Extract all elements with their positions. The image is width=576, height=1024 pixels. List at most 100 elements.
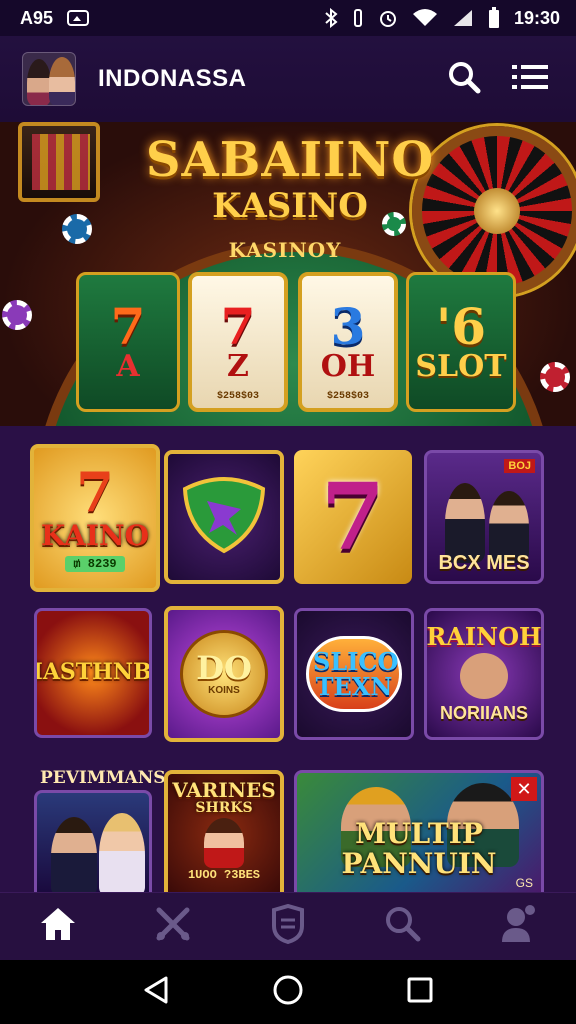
bottom-nav (0, 892, 576, 960)
game-tile-do[interactable]: DO KOINS (164, 606, 284, 742)
reel-3-bottom: OH (320, 349, 376, 384)
reel-4: '6 SLOT (406, 272, 516, 412)
nav-search[interactable] (373, 897, 433, 957)
home-icon (39, 906, 77, 947)
tile-rainoh-sub: NORIIANS (439, 703, 528, 724)
signal-icon (452, 8, 474, 28)
close-icon[interactable]: ✕ (511, 777, 537, 801)
reel-1-bottom: A (116, 349, 140, 384)
game-tile-masthnbs[interactable]: MASTHNBS (34, 608, 152, 738)
chip-icon (540, 362, 570, 392)
tile-slico-badge: SLICO TEXN (306, 635, 402, 713)
game-tile-pevimmans[interactable] (34, 790, 152, 892)
system-back-button[interactable] (131, 967, 181, 1017)
reel-3: 3 OH $258$03 (298, 272, 398, 412)
game-tile-shield[interactable] (164, 450, 284, 584)
chip-icon (2, 300, 32, 330)
search-icon (447, 60, 481, 99)
reel-2-footer: $258$03 (216, 391, 259, 402)
tile-kaino-seven: 7 (76, 459, 114, 524)
status-left-text: A95 (20, 7, 54, 28)
tile-slico-label: SLICO TEXN (313, 646, 399, 701)
reel-1: 7 A (76, 272, 180, 412)
nav-profile[interactable] (488, 897, 548, 957)
game-tile-kaino[interactable]: 7 KAINO ₥ 8239 (30, 444, 160, 592)
wifi-icon (412, 8, 438, 28)
bluetooth-icon (324, 8, 338, 28)
gallery-notification-icon (67, 10, 90, 26)
search-button[interactable] (440, 55, 488, 103)
slot-machine-image (18, 122, 100, 202)
tile-box-mes-badge: BOJ (504, 459, 535, 473)
tile-multip-label: MULTIP PANNUIN (341, 817, 497, 880)
menu-list-icon (512, 63, 548, 96)
tile-do-sub: KOINS (208, 685, 240, 697)
avatar-person-2 (49, 57, 75, 105)
tile-rainoh-face (460, 653, 508, 700)
status-bar: A95 19:30 (0, 0, 576, 36)
hero-subtitle: KASINO (212, 186, 368, 226)
tile-person-1 (445, 483, 485, 563)
tile-seven-label: 7 (320, 462, 385, 571)
reel-2-top: 7 (220, 297, 256, 356)
chip-icon (62, 214, 92, 244)
tile-varines-sub: SHRKS (195, 800, 253, 816)
reel-2-bottom: Z (227, 349, 249, 384)
system-nav-bar (0, 960, 576, 1024)
tile-multip-foot: GS (515, 876, 533, 890)
system-recents-button[interactable] (395, 967, 445, 1017)
game-tile-box-mes[interactable]: BOJ BCX MES (424, 450, 544, 584)
game-tile-slico-texn[interactable]: SLICO TEXN (294, 608, 414, 740)
system-home-button[interactable] (263, 967, 313, 1017)
avatar-person-1 (27, 59, 51, 105)
tile-kaino-amount: ₥ 8239 (65, 556, 125, 573)
menu-button[interactable] (506, 55, 554, 103)
reel-2: 7 Z $258$03 (188, 272, 288, 412)
reel-4-top: '6 (435, 297, 487, 356)
reel-3-footer: $258$03 (326, 391, 369, 402)
recents-square-icon (406, 976, 434, 1009)
battery-icon (488, 7, 500, 29)
tile-box-mes-label: BCX MES (438, 552, 530, 574)
tile-do-label: DO (196, 648, 252, 687)
shield-badge-icon (270, 903, 306, 949)
profile-icon (500, 904, 536, 949)
hero-title: SABAIINO (145, 132, 435, 188)
tile-varines-foot: 1UOO ?3BES (187, 867, 260, 882)
game-tile-varines[interactable]: VARINES SHRKS 1UOO ?3BES (164, 770, 284, 892)
hero-banner-label: KASINOY (228, 238, 342, 262)
nav-tools[interactable] (143, 897, 203, 957)
back-triangle-icon (142, 975, 170, 1010)
nav-home[interactable] (28, 897, 88, 957)
hero-banner[interactable]: SABAIINO KASINO KASINOY 7 A 7 Z $258$03 … (0, 122, 576, 426)
crossed-tools-icon (153, 904, 193, 949)
status-time: 19:30 (513, 7, 560, 28)
coin-icon: DO KOINS (180, 630, 268, 718)
tile-kaino-label: KAINO (40, 518, 149, 552)
reel-1-top: 7 (110, 297, 146, 356)
section-label-pevimmans: PEVIMMANS (40, 768, 166, 788)
vibrate-icon (352, 8, 364, 28)
game-tile-rainoh[interactable]: RAINOH NORIIANS (424, 608, 544, 740)
tile-varines-label: VARINES (172, 778, 276, 802)
alarm-icon (378, 8, 398, 28)
status-right: 19:30 (324, 7, 560, 29)
tile-masthnbs-label: MASTHNBS (37, 659, 152, 686)
status-left: A95 (20, 7, 90, 29)
game-tile-multip-pannuin[interactable]: ✕ MULTIP PANNUIN GS (294, 770, 544, 892)
reel-4-bottom: SLOT (415, 349, 507, 384)
search-icon (384, 905, 422, 948)
tile-rainoh-label: RAINOH (426, 621, 542, 651)
nav-badge[interactable] (258, 897, 318, 957)
tile-varines-person (204, 817, 244, 868)
app-header: INDONASSA (0, 36, 576, 122)
shield-game-icon (179, 475, 269, 560)
app-title: INDONASSA (98, 65, 247, 92)
reel-3-top: 3 (330, 297, 366, 356)
avatar[interactable] (22, 52, 76, 106)
tile-person-man (51, 817, 97, 892)
game-grid: 7 KAINO ₥ 8239 7 BOJ BCX MES MASTHNBS DO… (0, 426, 576, 892)
home-circle-icon (272, 974, 304, 1011)
tile-person-woman (99, 813, 145, 892)
game-tile-seven[interactable]: 7 (294, 450, 412, 584)
